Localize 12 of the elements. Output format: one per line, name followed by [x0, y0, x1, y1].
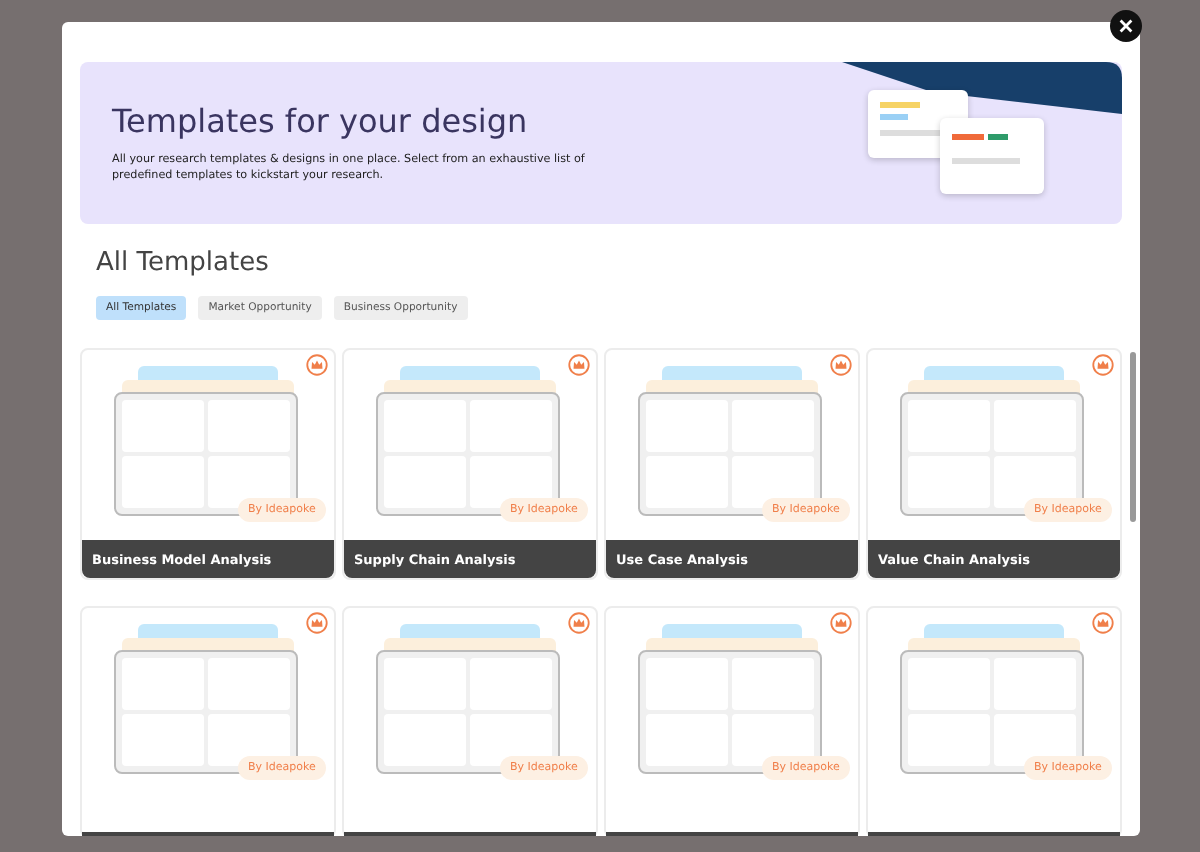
crown-icon — [830, 612, 852, 634]
crown-icon — [830, 354, 852, 376]
section-title: All Templates — [96, 248, 271, 278]
crown-icon — [306, 612, 328, 634]
crown-icon — [1092, 612, 1114, 634]
crown-icon — [568, 612, 590, 634]
crown-icon — [1092, 354, 1114, 376]
crown-icon — [568, 354, 590, 376]
scrollbar[interactable] — [1130, 352, 1136, 522]
close-button[interactable] — [1110, 10, 1142, 42]
banner-title: Templates for your design — [112, 102, 530, 140]
crown-icon — [306, 354, 328, 376]
